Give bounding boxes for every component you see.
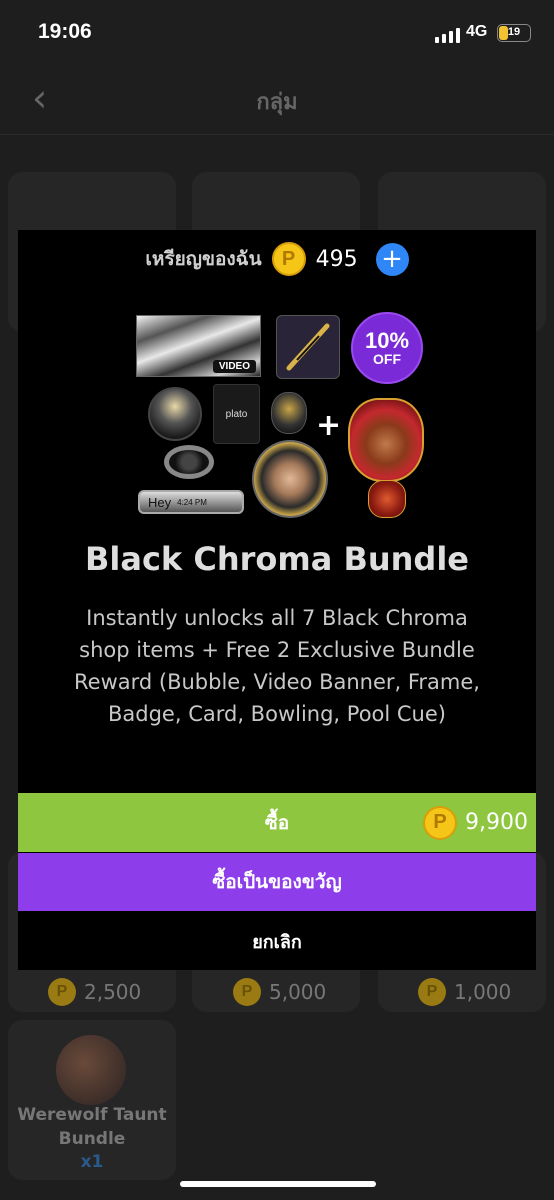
my-coins-label: เหรียญของฉัน xyxy=(145,248,262,270)
coin-icon: P xyxy=(271,242,306,276)
frame-image xyxy=(164,445,214,479)
video-banner-image: VIDEO xyxy=(136,315,261,377)
coin-icon: P xyxy=(418,978,446,1006)
avatar-frame-image xyxy=(252,440,328,518)
battery-icon: 19 xyxy=(497,24,531,42)
werewolf-bundle-image xyxy=(56,1035,126,1105)
discount-off: OFF xyxy=(373,351,401,367)
coin-icon: P xyxy=(423,805,458,840)
my-coins: เหรียญของฉัน P 495 + xyxy=(18,242,536,276)
coin-icon: P xyxy=(48,978,76,1006)
exclusive-badge-image xyxy=(368,480,406,518)
bundle-title: Black Chroma Bundle xyxy=(85,540,469,578)
chat-bubble-image: Hey 4:24 PM xyxy=(138,490,244,514)
bubble-text: Hey xyxy=(148,494,172,510)
video-tag: VIDEO xyxy=(212,360,256,373)
coin-icon: P xyxy=(233,978,261,1006)
card-price-value: 5,000 xyxy=(269,980,327,1004)
plato-card-text: plato xyxy=(225,408,248,420)
add-coins-button[interactable]: + xyxy=(375,242,409,276)
page-title: กลุ่ม xyxy=(256,90,298,115)
home-indicator xyxy=(180,1181,376,1187)
card-image: plato xyxy=(213,384,260,444)
signal-icon xyxy=(435,28,460,43)
buy-button[interactable]: ซื้อ P 9,900 xyxy=(18,793,536,852)
card-price: P 5,000 xyxy=(233,978,326,1006)
bubble-time: 4:24 PM xyxy=(177,497,207,507)
nav-bar: ‹ กลุ่ม xyxy=(0,64,554,135)
card-price: P 1,000 xyxy=(418,978,511,1006)
status-bar: 19:06 4G 19 xyxy=(0,0,554,64)
bowling-ball-image xyxy=(148,387,202,441)
plus-icon: + xyxy=(316,408,342,443)
discount-badge: 10% OFF xyxy=(351,312,423,384)
card-price-value: 1,000 xyxy=(454,980,512,1004)
network-type: 4G xyxy=(466,23,488,40)
cancel-button[interactable]: ยกเลิก xyxy=(18,912,536,970)
werewolf-bundle-qty: x1 xyxy=(80,1152,104,1172)
card-price: P 2,500 xyxy=(48,978,141,1006)
bundle-description: Instantly unlocks all 7 Black Chroma sho… xyxy=(74,606,480,726)
badge-image xyxy=(271,392,307,434)
discount-percent: 10% xyxy=(364,328,410,353)
buy-as-gift-button[interactable]: ซื้อเป็นของขวัญ xyxy=(18,853,536,911)
pool-cue-image xyxy=(276,315,340,379)
werewolf-bundle-name: Werewolf Taunt Bundle xyxy=(17,1105,167,1149)
my-coins-value: 495 xyxy=(315,246,358,272)
card-price-value: 2,500 xyxy=(84,980,142,1004)
exclusive-frame-image xyxy=(348,398,424,482)
buy-price: P 9,900 xyxy=(423,793,528,852)
buy-price-value: 9,900 xyxy=(465,810,528,835)
buy-label: ซื้อ xyxy=(264,811,290,834)
status-time: 19:06 xyxy=(38,20,92,43)
bundle-purchase-modal: เหรียญของฉัน P 495 + VIDEO 10% OFF plato… xyxy=(18,230,536,970)
battery-level: 19 xyxy=(507,26,521,38)
